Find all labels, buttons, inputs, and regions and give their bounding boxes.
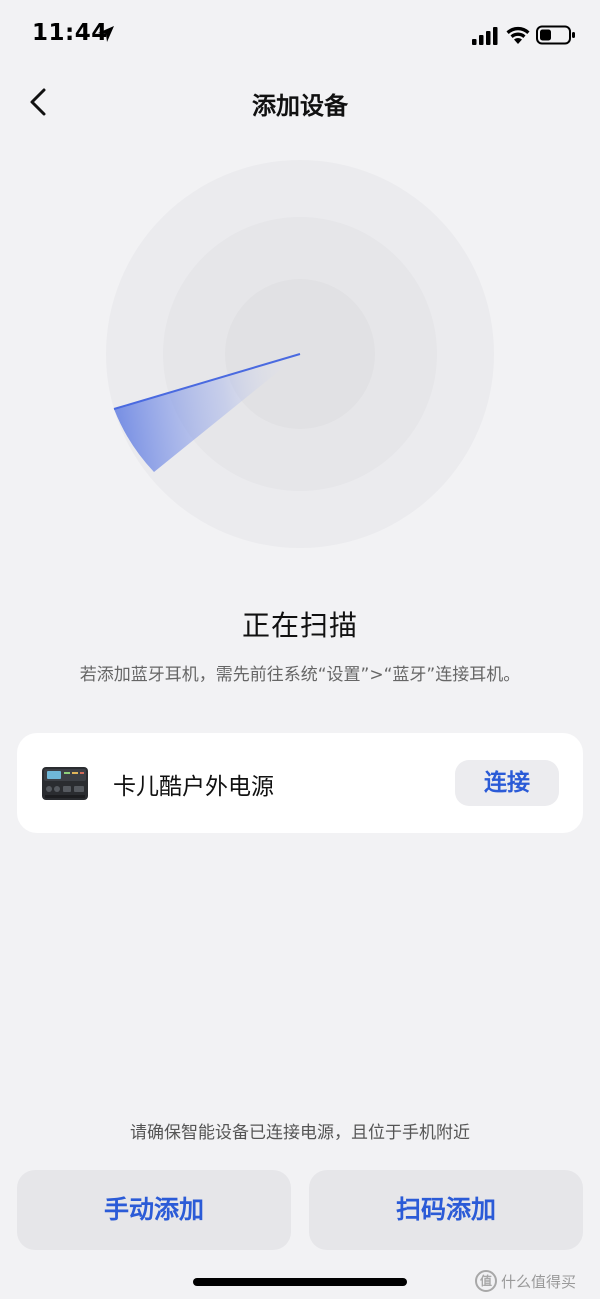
connect-button[interactable]: 连接 bbox=[455, 760, 559, 806]
device-card[interactable]: 卡儿酷户外电源 连接 bbox=[17, 733, 583, 833]
power-proximity-hint: 请确保智能设备已连接电源，且位于手机附近 bbox=[130, 1123, 470, 1143]
watermark-logo-icon: 值 bbox=[475, 1270, 497, 1292]
manual-add-button[interactable]: 手动添加 bbox=[17, 1170, 291, 1250]
nav-bar: 添加设备 bbox=[0, 70, 600, 134]
page-title: 添加设备 bbox=[252, 92, 348, 120]
wifi-icon bbox=[506, 26, 530, 44]
battery-icon bbox=[536, 25, 575, 45]
home-indicator bbox=[193, 1278, 407, 1286]
scan-code-add-button[interactable]: 扫码添加 bbox=[309, 1170, 583, 1250]
location-arrow-icon bbox=[98, 26, 114, 42]
cellular-signal-icon bbox=[472, 27, 498, 45]
watermark-text: 什么值得买 bbox=[501, 1272, 577, 1291]
device-name: 卡儿酷户外电源 bbox=[113, 774, 274, 800]
scan-status-title: 正在扫描 bbox=[241, 609, 358, 642]
watermark: 值 什么值得买 bbox=[475, 1268, 576, 1294]
scanning-radar bbox=[106, 160, 494, 548]
power-station-image bbox=[42, 767, 88, 800]
status-bar: 11:44 bbox=[0, 0, 600, 70]
bluetooth-hint: 若添加蓝牙耳机，需先前往系统“设置”>“蓝牙”连接耳机。 bbox=[79, 665, 521, 685]
